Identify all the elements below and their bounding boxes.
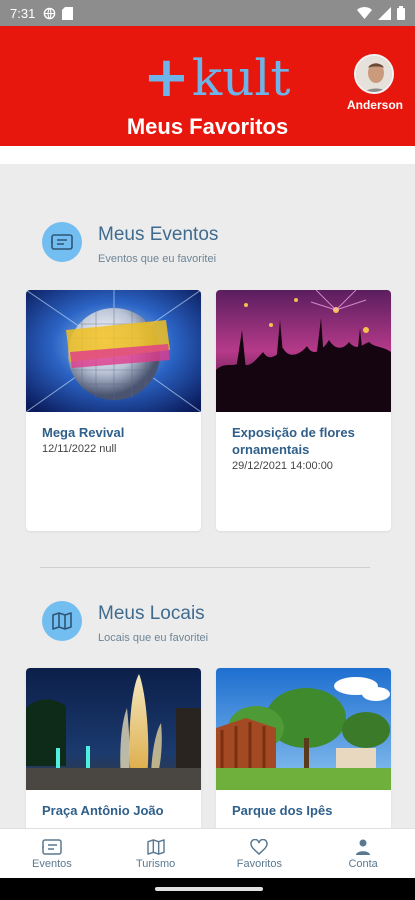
nav-favoritos[interactable]: Favoritos (208, 829, 312, 878)
logo-plus: + (143, 45, 190, 110)
bottom-navigation: Eventos Turismo Favoritos Conta (0, 828, 415, 878)
nav-label: Conta (348, 857, 378, 870)
map-icon (146, 838, 165, 855)
sd-card-icon (62, 6, 74, 20)
event-card-title: Mega Revival (42, 425, 125, 440)
place-image (216, 668, 391, 790)
events-section-icon (42, 222, 82, 262)
signal-icon (378, 6, 391, 20)
user-name[interactable]: Anderson (343, 98, 407, 112)
ticket-icon (51, 234, 73, 250)
event-card-date: 29/12/2021 14:00:00 (232, 460, 333, 472)
section-divider (40, 567, 370, 568)
nav-label: Turismo (135, 857, 176, 870)
globe-icon (44, 7, 56, 19)
places-section-icon (42, 601, 82, 641)
places-section-subtitle: Locais que eu favoritei (98, 632, 209, 644)
gesture-bar (0, 878, 415, 900)
event-image (216, 290, 391, 412)
park-image (216, 668, 391, 790)
home-indicator[interactable] (155, 887, 263, 891)
nav-turismo[interactable]: Turismo (104, 829, 208, 878)
avatar-photo-icon (356, 56, 392, 92)
heart-icon (250, 838, 269, 855)
logo-word: kult (191, 49, 291, 107)
event-card-mega-revival[interactable]: Mega Revival 12/11/2022 null (26, 290, 201, 531)
concert-crowd-image (216, 290, 391, 412)
place-card-title: Parque dos Ipês (232, 803, 333, 818)
nav-label: Eventos (32, 857, 72, 870)
nav-conta[interactable]: Conta (311, 829, 415, 878)
avatar[interactable] (354, 54, 394, 94)
nav-label: Favoritos (236, 857, 282, 870)
battery-icon (397, 6, 405, 20)
map-icon (52, 612, 72, 630)
event-card-exposicao-flores[interactable]: Exposição de flores ornamentais 29/12/20… (216, 290, 391, 531)
place-image (26, 668, 201, 790)
events-section-title: Meus Eventos (98, 224, 219, 245)
place-card-title: Praça Antônio João (42, 803, 164, 818)
places-section-title: Meus Locais (98, 603, 205, 624)
disco-ball-image (26, 290, 201, 412)
event-card-date: 12/11/2022 null (42, 443, 117, 455)
kult-logo: + kult (143, 45, 291, 110)
events-section-subtitle: Eventos que eu favoritei (98, 253, 217, 265)
wifi-icon (357, 7, 372, 19)
page-title: Meus Favoritos (126, 114, 289, 139)
place-card-praca-antonio-joao[interactable]: Praça Antônio João (26, 668, 201, 838)
event-card-title: Exposição de flores ornamentais (232, 425, 355, 457)
status-bar: 7:31 (0, 0, 415, 26)
header-separator (0, 146, 415, 164)
ticket-icon (42, 838, 62, 855)
person-icon (356, 839, 371, 855)
place-card-parque-dos-ipes[interactable]: Parque dos Ipês (216, 668, 391, 838)
status-time: 7:31 (10, 5, 36, 21)
fountain-image (26, 668, 201, 790)
app-header: + kult Meus Favoritos Anderson (0, 26, 415, 146)
event-image (26, 290, 201, 412)
nav-eventos[interactable]: Eventos (0, 829, 104, 878)
